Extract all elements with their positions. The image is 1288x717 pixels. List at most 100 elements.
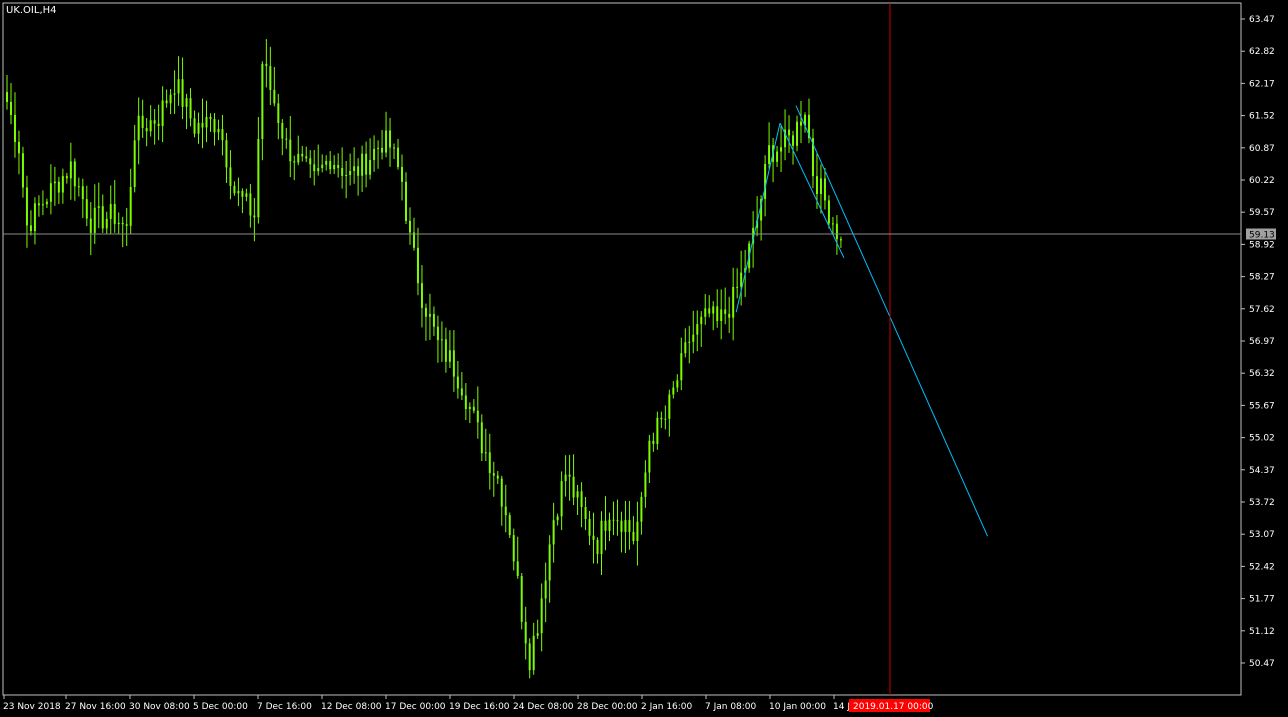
candle-body — [189, 98, 192, 119]
candle-body — [69, 161, 72, 179]
candle-body — [281, 123, 284, 139]
candle-body — [141, 115, 144, 128]
candle-body — [257, 138, 260, 218]
candle-body — [604, 520, 607, 531]
candle-body — [528, 643, 531, 671]
candle-body — [831, 223, 834, 225]
price-tick-label: 59.57 — [1249, 208, 1275, 218]
price-tick-label: 53.07 — [1249, 530, 1275, 540]
candle-body — [181, 79, 184, 107]
candle-body — [827, 200, 830, 224]
candle-body — [169, 94, 172, 104]
candle-body — [488, 452, 491, 474]
candle-body — [17, 141, 20, 154]
candle-body — [245, 193, 248, 197]
candle-body — [664, 418, 667, 420]
price-tick-label: 53.72 — [1249, 498, 1275, 508]
price-tick-label: 58.92 — [1249, 240, 1275, 250]
candle-body — [33, 203, 36, 232]
time-tick-label: 19 Dec 16:00 — [449, 702, 510, 712]
candle-body — [261, 63, 264, 139]
candle-body — [548, 544, 551, 581]
price-axis: 63.47 62.82 62.17 61.52 60.87 60.22 59.57 58.92… — [1241, 15, 1275, 669]
candle-body — [636, 521, 639, 542]
candle-body — [432, 314, 435, 327]
candle-body — [173, 93, 176, 95]
candle-body — [780, 147, 783, 152]
price-tick-label: 56.97 — [1249, 337, 1275, 347]
candle-body — [668, 394, 671, 419]
candle-body — [768, 145, 771, 164]
candle-body — [448, 350, 451, 362]
cursor-date-label: 2019.01.17 00:00 — [853, 702, 934, 712]
price-tick-label: 62.17 — [1249, 79, 1275, 89]
candle-body — [45, 201, 48, 205]
candle-body — [620, 520, 623, 532]
candle-body — [201, 122, 204, 128]
candle-body — [408, 220, 411, 233]
candle-body — [137, 115, 140, 141]
candle-body — [313, 164, 316, 172]
candle-body — [221, 129, 224, 141]
candle-body — [800, 121, 803, 126]
candle-body — [185, 98, 188, 107]
time-tick-label: 12 Dec 08:00 — [321, 702, 382, 712]
candle-body — [612, 519, 615, 521]
candle-body — [792, 135, 795, 146]
candle-body — [109, 204, 112, 219]
time-tick-label: 23 Nov 2018 — [3, 702, 61, 712]
candle-body — [536, 633, 539, 636]
candle-body — [532, 635, 535, 671]
candle-body — [85, 199, 88, 219]
candle-body — [480, 422, 483, 454]
candle-body — [580, 491, 583, 507]
time-tick-label: 7 Dec 16:00 — [257, 702, 312, 712]
candle-body — [452, 350, 455, 377]
candle-body — [740, 272, 743, 287]
candle-body — [349, 170, 352, 175]
candle — [520, 572, 523, 630]
candle-body — [764, 163, 767, 200]
candle-body — [369, 160, 372, 175]
time-tick-label: 2 Jan 16:00 — [641, 702, 693, 712]
candle-body — [361, 153, 364, 176]
candle-body — [321, 164, 324, 169]
price-tick-label: 50.47 — [1249, 659, 1275, 669]
candle-body — [592, 535, 595, 540]
candle-body — [273, 89, 276, 104]
candle-body — [416, 247, 419, 284]
candle-body — [440, 339, 443, 341]
candle-body — [129, 186, 132, 226]
candle-body — [688, 341, 691, 343]
candle-body — [193, 118, 196, 134]
candle-body — [640, 496, 643, 522]
candle-body — [460, 388, 463, 396]
price-tick-label: 57.62 — [1249, 305, 1275, 315]
candle-body — [29, 225, 32, 232]
candle-body — [97, 206, 100, 208]
symbol-label: UK.OIL,H4 — [6, 5, 57, 16]
candle-body — [568, 474, 571, 477]
candle-body — [584, 506, 587, 520]
price-tick-label: 55.67 — [1249, 401, 1275, 411]
time-tick-label: 10 Jan 00:00 — [769, 702, 826, 712]
candle-body — [648, 440, 651, 473]
candle-body — [225, 140, 228, 168]
price-tick-label: 63.47 — [1249, 15, 1275, 25]
candle-body — [397, 147, 400, 168]
candle-body — [353, 166, 356, 171]
candle-body — [21, 153, 24, 188]
candle-body — [700, 316, 703, 325]
candle-body — [512, 535, 515, 562]
candle-body — [732, 287, 735, 318]
price-tick-label: 52.42 — [1249, 562, 1275, 572]
price-chart[interactable]: 63.47 62.82 62.17 61.52 60.87 60.22 59.57 58.92… — [0, 0, 1288, 717]
candle-body — [672, 387, 675, 395]
candle-body — [229, 167, 232, 186]
time-tick-label: 17 Dec 00:00 — [385, 702, 446, 712]
candle-body — [420, 283, 423, 308]
candle-body — [540, 598, 543, 634]
candle-body — [624, 520, 627, 532]
candle-body — [600, 520, 603, 555]
candle-body — [564, 474, 567, 482]
